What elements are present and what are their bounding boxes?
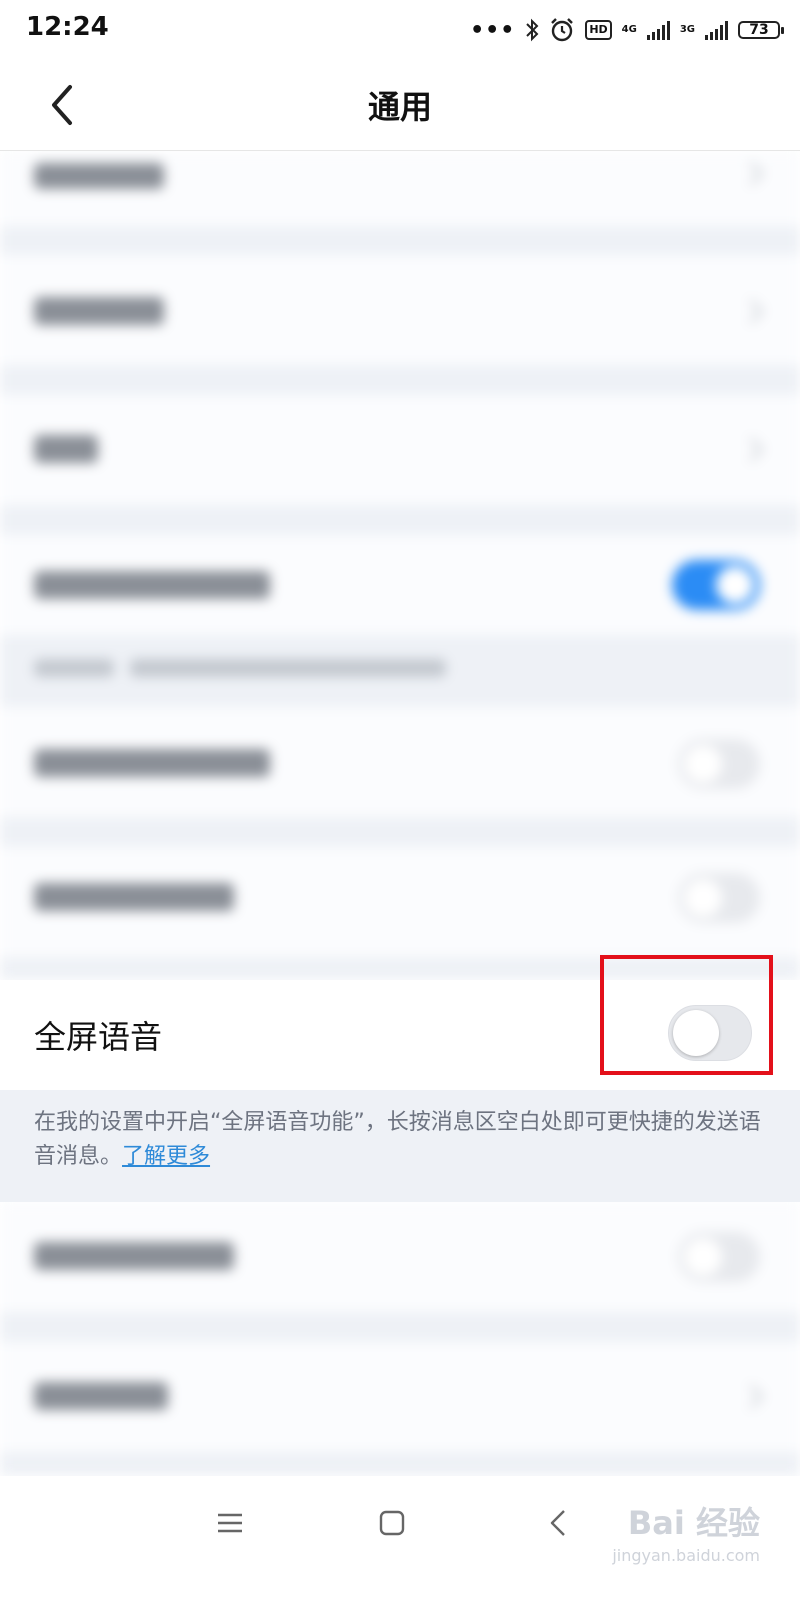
alarm-icon bbox=[551, 18, 574, 42]
nav-bar: 通用 bbox=[0, 60, 800, 151]
blurred-label bbox=[34, 883, 234, 911]
signal-strength-icon bbox=[705, 20, 728, 40]
page-title: 通用 bbox=[367, 88, 432, 126]
watermark: Bai 经验 jingyan.baidu.com bbox=[610, 1486, 760, 1586]
watermark-text: Bai 经验 bbox=[627, 1504, 760, 1542]
settings-row[interactable] bbox=[0, 1342, 800, 1452]
toggle-switch[interactable] bbox=[678, 739, 760, 789]
learn-more-link[interactable]: 了解更多 bbox=[122, 1144, 210, 1169]
status-time: 12:24 bbox=[26, 12, 109, 42]
status-icons: ••• HD 4G 3G 73 bbox=[470, 14, 784, 46]
section-gap bbox=[0, 365, 800, 395]
blurred-note bbox=[34, 659, 114, 677]
blurred-label bbox=[34, 571, 270, 599]
settings-row[interactable] bbox=[0, 395, 800, 505]
hd-icon: HD bbox=[585, 20, 612, 40]
chevron-right-icon bbox=[739, 161, 764, 186]
section-gap bbox=[0, 817, 800, 847]
toggle-switch[interactable] bbox=[672, 560, 760, 610]
blurred-label bbox=[34, 163, 164, 189]
more-dots-icon: ••• bbox=[470, 17, 516, 43]
network-4g-label: 4G bbox=[621, 24, 637, 35]
full-screen-voice-label: 全屏语音 bbox=[34, 1018, 163, 1056]
blurred-label bbox=[34, 1382, 168, 1410]
network-3g-label: 3G bbox=[679, 24, 695, 35]
settings-row[interactable] bbox=[0, 535, 800, 635]
home-button[interactable] bbox=[362, 1498, 422, 1548]
chevron-right-icon bbox=[739, 437, 764, 462]
section-gap bbox=[0, 505, 800, 535]
section-note bbox=[0, 635, 800, 707]
settings-row[interactable] bbox=[0, 707, 800, 817]
toggle-switch[interactable] bbox=[678, 1232, 760, 1282]
highlight-box bbox=[600, 955, 773, 1075]
blurred-label bbox=[34, 435, 98, 463]
toggle-switch[interactable] bbox=[678, 873, 760, 923]
home-square-icon bbox=[379, 1510, 405, 1536]
status-bar: 12:24 ••• HD 4G 3G 73 bbox=[0, 0, 800, 60]
section-gap bbox=[0, 1312, 800, 1342]
full-screen-voice-description: 在我的设置中开启“全屏语音功能”，长按消息区空白处即可更快捷的发送语音消息。了解… bbox=[0, 1090, 800, 1202]
menu-button[interactable] bbox=[200, 1498, 260, 1548]
chevron-right-icon bbox=[739, 299, 764, 324]
bluetooth-icon bbox=[526, 18, 539, 42]
battery-icon: 73 bbox=[738, 21, 784, 39]
settings-row[interactable] bbox=[0, 255, 800, 365]
chevron-right-icon bbox=[739, 1384, 764, 1409]
menu-icon bbox=[218, 1513, 242, 1533]
settings-row[interactable] bbox=[0, 1202, 800, 1312]
blurred-label bbox=[34, 749, 270, 777]
triangle-back-icon bbox=[550, 1510, 565, 1536]
section-gap bbox=[0, 1452, 800, 1476]
blurred-note bbox=[130, 659, 446, 677]
settings-row[interactable] bbox=[0, 847, 800, 957]
section-gap bbox=[0, 226, 800, 255]
watermark-subtext: jingyan.baidu.com bbox=[612, 1546, 760, 1565]
settings-list bbox=[0, 151, 800, 1476]
system-back-button[interactable] bbox=[528, 1498, 588, 1548]
system-nav-bar: Bai 经验 jingyan.baidu.com bbox=[0, 1476, 800, 1600]
settings-row[interactable] bbox=[0, 151, 800, 226]
signal-strength-icon bbox=[646, 20, 670, 40]
blurred-label bbox=[34, 1242, 234, 1270]
blurred-label bbox=[34, 297, 164, 325]
